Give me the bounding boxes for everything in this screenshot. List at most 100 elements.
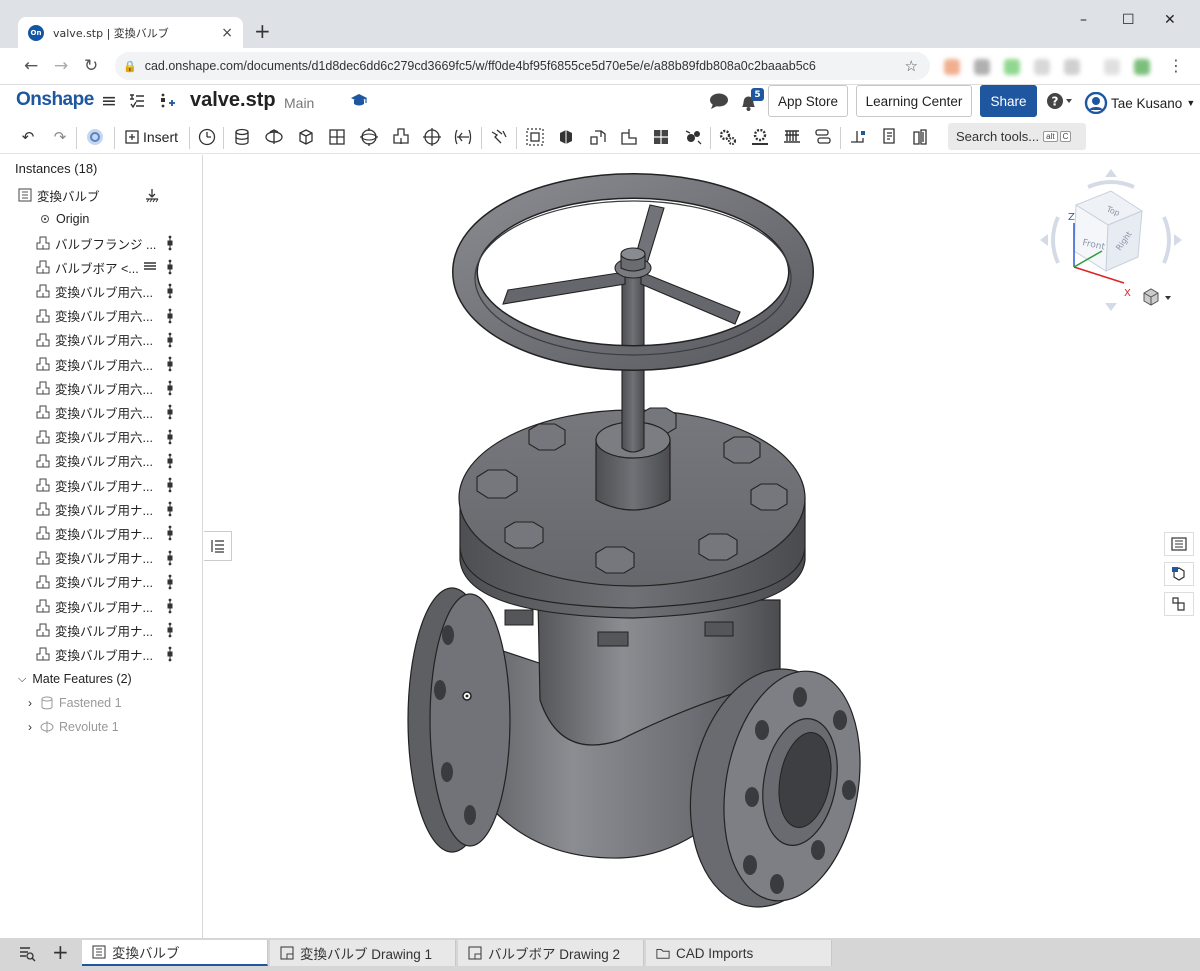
redo-icon[interactable]: ↷ [50, 127, 70, 147]
part-instance-row[interactable]: バルブフランジ ... [0, 232, 203, 254]
mate-connector-icon[interactable] [165, 646, 175, 662]
mate-connector-icon[interactable] [165, 453, 175, 469]
pin-slot-mate-icon[interactable] [422, 127, 442, 147]
close-tab-icon[interactable]: × [221, 25, 233, 41]
cylindrical-mate-icon[interactable] [391, 127, 411, 147]
part-instance-row[interactable]: 変換バルブ用六... [0, 305, 203, 327]
document-title[interactable]: valve.stp [190, 89, 276, 112]
tab-drawing-1[interactable]: 変換バルブ Drawing 1 [270, 940, 456, 966]
mate-features-row[interactable]: ⌵ Mate Features (2) [0, 668, 203, 690]
rack-pinion-icon[interactable] [750, 127, 770, 147]
tab-drawing-2[interactable]: バルブボア Drawing 2 [458, 940, 644, 966]
bookmark-star-icon[interactable]: ☆ [905, 57, 918, 75]
browser-menu-icon[interactable]: ⋮ [1168, 56, 1184, 75]
parallel-mate-icon[interactable] [453, 127, 473, 147]
configurations-panel-icon[interactable] [1164, 592, 1194, 616]
ball-mate-icon[interactable] [359, 127, 379, 147]
mate-item-fastened[interactable]: › Fastened 1 [0, 692, 203, 714]
extension-icon[interactable] [974, 59, 990, 75]
learning-center-button[interactable]: Learning Center [856, 85, 972, 117]
help-icon[interactable]: ? [1046, 91, 1072, 111]
mate-connector-icon[interactable] [165, 283, 175, 299]
minimize-button[interactable]: – [1080, 12, 1087, 28]
part-instance-row[interactable]: 変換バルブ用六... [0, 401, 203, 423]
education-cap-icon[interactable] [350, 92, 368, 108]
screw-relation-icon[interactable] [782, 127, 802, 147]
assembly-root-row[interactable]: 変換バルブ [0, 184, 203, 206]
profile-avatar[interactable] [1134, 59, 1150, 75]
insert-button[interactable]: Insert [143, 129, 178, 145]
mate-connector-icon[interactable] [165, 380, 175, 396]
mate-connector-icon[interactable] [165, 550, 175, 566]
mate-connector-icon[interactable] [165, 477, 175, 493]
user-menu[interactable]: Tae Kusano ▼ [1084, 92, 1195, 114]
onshape-logo[interactable]: Onshape [16, 89, 94, 111]
extension-icon[interactable] [1064, 59, 1080, 75]
mate-connector-icon[interactable] [165, 598, 175, 614]
section-view-icon[interactable] [880, 127, 900, 147]
part-instance-row[interactable]: 変換バルブ用ナ... [0, 474, 203, 496]
gear-relation-icon[interactable] [683, 127, 703, 147]
mate-connector-icon[interactable] [165, 356, 175, 372]
mate-connector-icon[interactable] [165, 501, 175, 517]
part-instance-row[interactable]: 変換バルブ用ナ... [0, 498, 203, 520]
tab-assembly[interactable]: 変換バルブ [82, 940, 268, 966]
regenerate-icon[interactable] [85, 127, 105, 147]
extension-icon[interactable] [944, 59, 960, 75]
part-instance-row[interactable]: 変換バルブ用ナ... [0, 522, 203, 544]
graphics-viewport[interactable]: Top Front Right Z X [204, 155, 1200, 938]
part-instance-row[interactable]: 変換バルブ用六... [0, 377, 203, 399]
comments-icon[interactable] [709, 92, 729, 110]
measure-icon[interactable] [848, 127, 868, 147]
bill-of-materials-icon[interactable] [911, 127, 931, 147]
part-instance-row[interactable]: 変換バルブ用六... [0, 450, 203, 472]
feature-list-icon[interactable] [128, 92, 146, 110]
part-instance-row[interactable]: バルブボア <... [0, 256, 203, 278]
linear-relation-icon[interactable] [813, 127, 833, 147]
slider-mate-icon[interactable] [296, 127, 316, 147]
relations-icon[interactable] [489, 127, 509, 147]
mate-connector-icon[interactable] [165, 259, 175, 275]
forward-icon[interactable]: → [54, 56, 68, 76]
circular-pattern-icon[interactable] [619, 127, 639, 147]
mate-item-revolute[interactable]: › Revolute 1 [0, 716, 203, 738]
browser-tab[interactable]: On valve.stp | 変換バルブ × [18, 17, 243, 48]
back-icon[interactable]: ← [24, 56, 38, 76]
mate-connector-icon[interactable] [165, 235, 175, 251]
part-instance-row[interactable]: 変換バルブ用六... [0, 426, 203, 448]
maximize-button[interactable]: ☐ [1122, 12, 1135, 28]
new-tab-button[interactable]: + [254, 20, 271, 42]
url-field[interactable]: 🔒 cad.onshape.com/documents/d1d8dec6dd6c… [115, 52, 930, 80]
view-options-cube-icon[interactable] [1141, 288, 1177, 308]
undo-icon[interactable]: ↶ [18, 127, 38, 147]
gear-icon[interactable] [718, 127, 738, 147]
part-instance-row[interactable]: 変換バルブ用六... [0, 280, 203, 302]
origin-row[interactable]: Origin [0, 208, 203, 230]
mate-connector-icon[interactable] [165, 332, 175, 348]
linear-pattern-icon[interactable] [588, 127, 608, 147]
reload-icon[interactable]: ↻ [84, 56, 98, 76]
tab-cad-imports[interactable]: CAD Imports [646, 940, 832, 966]
extension-icon[interactable] [1004, 59, 1020, 75]
part-instance-row[interactable]: 変換バルブ用ナ... [0, 571, 203, 593]
part-instance-row[interactable]: 変換バルブ用六... [0, 329, 203, 351]
planar-mate-icon[interactable] [327, 127, 347, 147]
insert-mate-icon[interactable] [158, 92, 176, 110]
app-store-button[interactable]: App Store [768, 85, 848, 117]
part-instance-row[interactable]: 変換バルブ用六... [0, 353, 203, 375]
mate-connector-icon[interactable] [165, 574, 175, 590]
chevron-right-icon[interactable]: › [28, 696, 32, 710]
search-tools-input[interactable]: Search tools... alt C [948, 123, 1086, 150]
part-instance-row[interactable]: 変換バルブ用ナ... [0, 595, 203, 617]
mate-connector-icon[interactable] [197, 127, 217, 147]
part-instance-row[interactable]: 変換バルブ用ナ... [0, 619, 203, 641]
revolute-mate-icon[interactable] [264, 127, 284, 147]
mate-connector-icon[interactable] [165, 622, 175, 638]
hamburger-menu-icon[interactable]: ≡ [101, 90, 117, 112]
part-instance-row[interactable]: 変換バルブ用ナ... [0, 547, 203, 569]
mate-connector-icon[interactable] [165, 308, 175, 324]
mate-connector-icon[interactable] [165, 404, 175, 420]
insert-icon[interactable] [122, 127, 142, 147]
chevron-right-icon[interactable]: › [28, 720, 32, 734]
close-window-button[interactable]: ✕ [1164, 12, 1176, 28]
